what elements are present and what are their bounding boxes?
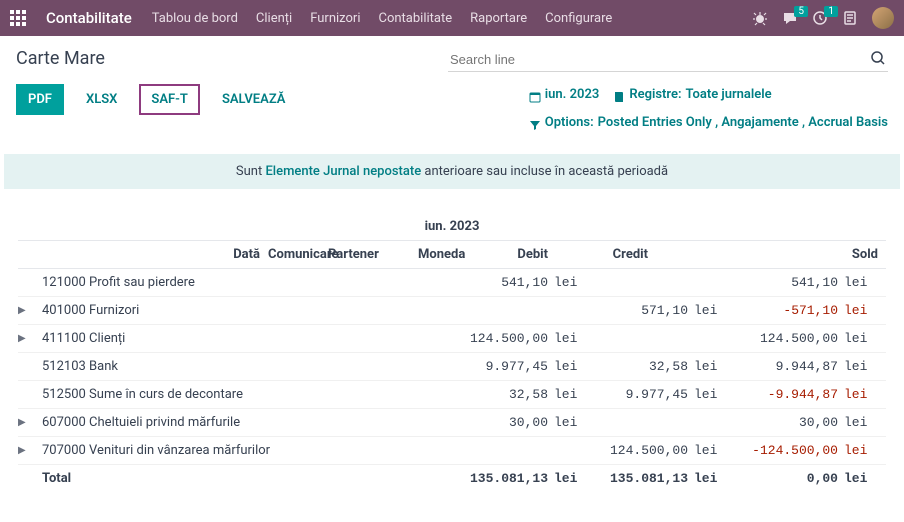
debit-amount: 9.977,45 bbox=[428, 359, 548, 374]
debit-currency: lei bbox=[548, 275, 578, 290]
file-icon[interactable] bbox=[842, 10, 858, 26]
col-data: Dată bbox=[42, 247, 268, 262]
account-name[interactable]: 411100 Clienți bbox=[42, 331, 428, 346]
credit-amount: 32,58 bbox=[578, 359, 688, 374]
debit-amount: 124.500,00 bbox=[428, 331, 548, 346]
nav-item-dashboard[interactable]: Tablou de bord bbox=[152, 11, 238, 26]
credit-amount: 124.500,00 bbox=[578, 443, 688, 458]
notice-banner: Sunt Elemente Jurnal nepostate anterioar… bbox=[4, 154, 900, 189]
book-icon bbox=[613, 89, 625, 101]
table-row: ▶401000 Furnizori571,10lei-571,10lei bbox=[18, 297, 886, 325]
debit-amount: 541,10 bbox=[428, 275, 548, 290]
sold-currency: lei bbox=[838, 387, 868, 402]
navbar: Contabilitate Tablou de bord Clienți Fur… bbox=[0, 0, 904, 36]
options-filter[interactable]: Options: Posted Entries Only , Angajamen… bbox=[529, 112, 888, 134]
search-icon[interactable] bbox=[870, 50, 886, 66]
search-input[interactable] bbox=[448, 48, 888, 72]
debit-currency: lei bbox=[548, 331, 578, 346]
debit-currency: lei bbox=[548, 415, 578, 430]
sold-amount: -9.944,87 bbox=[718, 387, 838, 402]
col-sold: Sold bbox=[748, 247, 878, 262]
period-filter[interactable]: iun. 2023 bbox=[529, 84, 600, 106]
messages-badge: 5 bbox=[794, 6, 808, 17]
table-row: ▶ 707000 Venituri din vânzarea mărfurilor… bbox=[18, 437, 886, 465]
account-name[interactable]: 607000 Cheltuieli privind mărfurile bbox=[42, 415, 428, 430]
debit-currency: lei bbox=[548, 359, 578, 374]
messages-icon[interactable]: 5 bbox=[782, 10, 798, 26]
pdf-button[interactable]: PDF bbox=[16, 84, 64, 115]
saft-button[interactable]: SAF-T bbox=[139, 84, 200, 115]
sold-amount: 541,10 bbox=[718, 275, 838, 290]
debit-amount: 30,00 bbox=[428, 415, 548, 430]
expand-caret[interactable]: ▶ bbox=[18, 333, 28, 344]
sold-currency: lei bbox=[838, 331, 868, 346]
account-name[interactable]: 707000 Venituri din vânzarea mărfurilor bbox=[42, 443, 428, 458]
total-row: Total 135.081,13 lei 135.081,13 lei 0,00… bbox=[18, 465, 886, 492]
filters: iun. 2023 Registre: Toate jurnalele Opti… bbox=[529, 84, 888, 134]
account-name[interactable]: 512103 Bank bbox=[42, 359, 428, 374]
credit-currency: lei bbox=[688, 303, 718, 318]
debit-currency: lei bbox=[548, 387, 578, 402]
col-credit: Credit bbox=[548, 247, 648, 262]
credit-currency: lei bbox=[688, 443, 718, 458]
xlsx-button[interactable]: XLSX bbox=[74, 84, 129, 115]
clock-badge: 1 bbox=[824, 6, 838, 17]
sold-currency: lei bbox=[838, 359, 868, 374]
nav-item-accounting[interactable]: Contabilitate bbox=[379, 11, 453, 26]
journal-filter[interactable]: Registre: Toate jurnalele bbox=[613, 84, 771, 106]
table-row: 121000 Profit sau pierdere541,10lei541,1… bbox=[18, 269, 886, 297]
sold-currency: lei bbox=[838, 303, 868, 318]
calendar-icon bbox=[529, 89, 541, 101]
avatar[interactable] bbox=[872, 7, 894, 29]
subheader: Carte Mare bbox=[0, 36, 904, 80]
page-title: Carte Mare bbox=[16, 48, 105, 69]
sold-currency: lei bbox=[838, 415, 868, 430]
apps-icon[interactable] bbox=[10, 10, 26, 26]
save-button[interactable]: SALVEAZĂ bbox=[210, 84, 298, 115]
nav-item-vendors[interactable]: Furnizori bbox=[310, 11, 360, 26]
nav-item-customers[interactable]: Clienți bbox=[256, 11, 292, 26]
column-headers: Dată Comunicare Partener Moneda Debit Cr… bbox=[18, 241, 886, 269]
account-name[interactable]: 401000 Furnizori bbox=[42, 303, 428, 318]
table-row: ▶411100 Clienți124.500,00lei124.500,00le… bbox=[18, 325, 886, 353]
nav-menu: Tablou de bord Clienți Furnizori Contabi… bbox=[152, 11, 613, 26]
credit-currency: lei bbox=[688, 359, 718, 374]
sold-amount: -571,10 bbox=[718, 303, 838, 318]
notice-link[interactable]: Elemente Jurnal nepostate bbox=[265, 164, 421, 179]
sold-currency: lei bbox=[838, 275, 868, 290]
col-comunicare: Comunicare bbox=[268, 247, 328, 262]
sold-amount: -124.500,00 bbox=[718, 443, 838, 458]
table-row: 512500 Sume în curs de decontare32,58lei… bbox=[18, 381, 886, 409]
col-partener: Partener bbox=[328, 247, 418, 262]
expand-caret[interactable]: ▶ bbox=[18, 445, 28, 456]
sold-amount: 124.500,00 bbox=[718, 331, 838, 346]
nav-item-config[interactable]: Configurare bbox=[545, 11, 612, 26]
account-name[interactable]: 121000 Profit sau pierdere bbox=[42, 275, 428, 290]
credit-currency: lei bbox=[688, 387, 718, 402]
table-row: 512103 Bank9.977,45lei32,58lei9.944,87le… bbox=[18, 353, 886, 381]
sold-currency: lei bbox=[838, 443, 868, 458]
credit-amount: 9.977,45 bbox=[578, 387, 688, 402]
expand-caret[interactable]: ▶ bbox=[18, 417, 28, 428]
total-label: Total bbox=[42, 471, 428, 486]
col-debit: Debit bbox=[488, 247, 548, 262]
expand-caret[interactable]: ▶ bbox=[18, 305, 28, 316]
debit-amount: 32,58 bbox=[428, 387, 548, 402]
clock-icon[interactable]: 1 bbox=[812, 10, 828, 26]
report-table: iun. 2023 Dată Comunicare Partener Moned… bbox=[8, 209, 896, 500]
period-header: iun. 2023 bbox=[18, 217, 886, 241]
col-moneda: Moneda bbox=[418, 247, 488, 262]
table-row: ▶607000 Cheltuieli privind mărfurile30,0… bbox=[18, 409, 886, 437]
credit-amount: 571,10 bbox=[578, 303, 688, 318]
sold-amount: 30,00 bbox=[718, 415, 838, 430]
filter-icon bbox=[529, 117, 541, 129]
bug-icon[interactable] bbox=[752, 10, 768, 26]
sold-amount: 9.944,87 bbox=[718, 359, 838, 374]
nav-item-reporting[interactable]: Raportare bbox=[470, 11, 527, 26]
account-name[interactable]: 512500 Sume în curs de decontare bbox=[42, 387, 428, 402]
app-brand[interactable]: Contabilitate bbox=[46, 9, 132, 27]
toolbar: PDF XLSX SAF-T SALVEAZĂ iun. 2023 Regist… bbox=[0, 80, 904, 146]
